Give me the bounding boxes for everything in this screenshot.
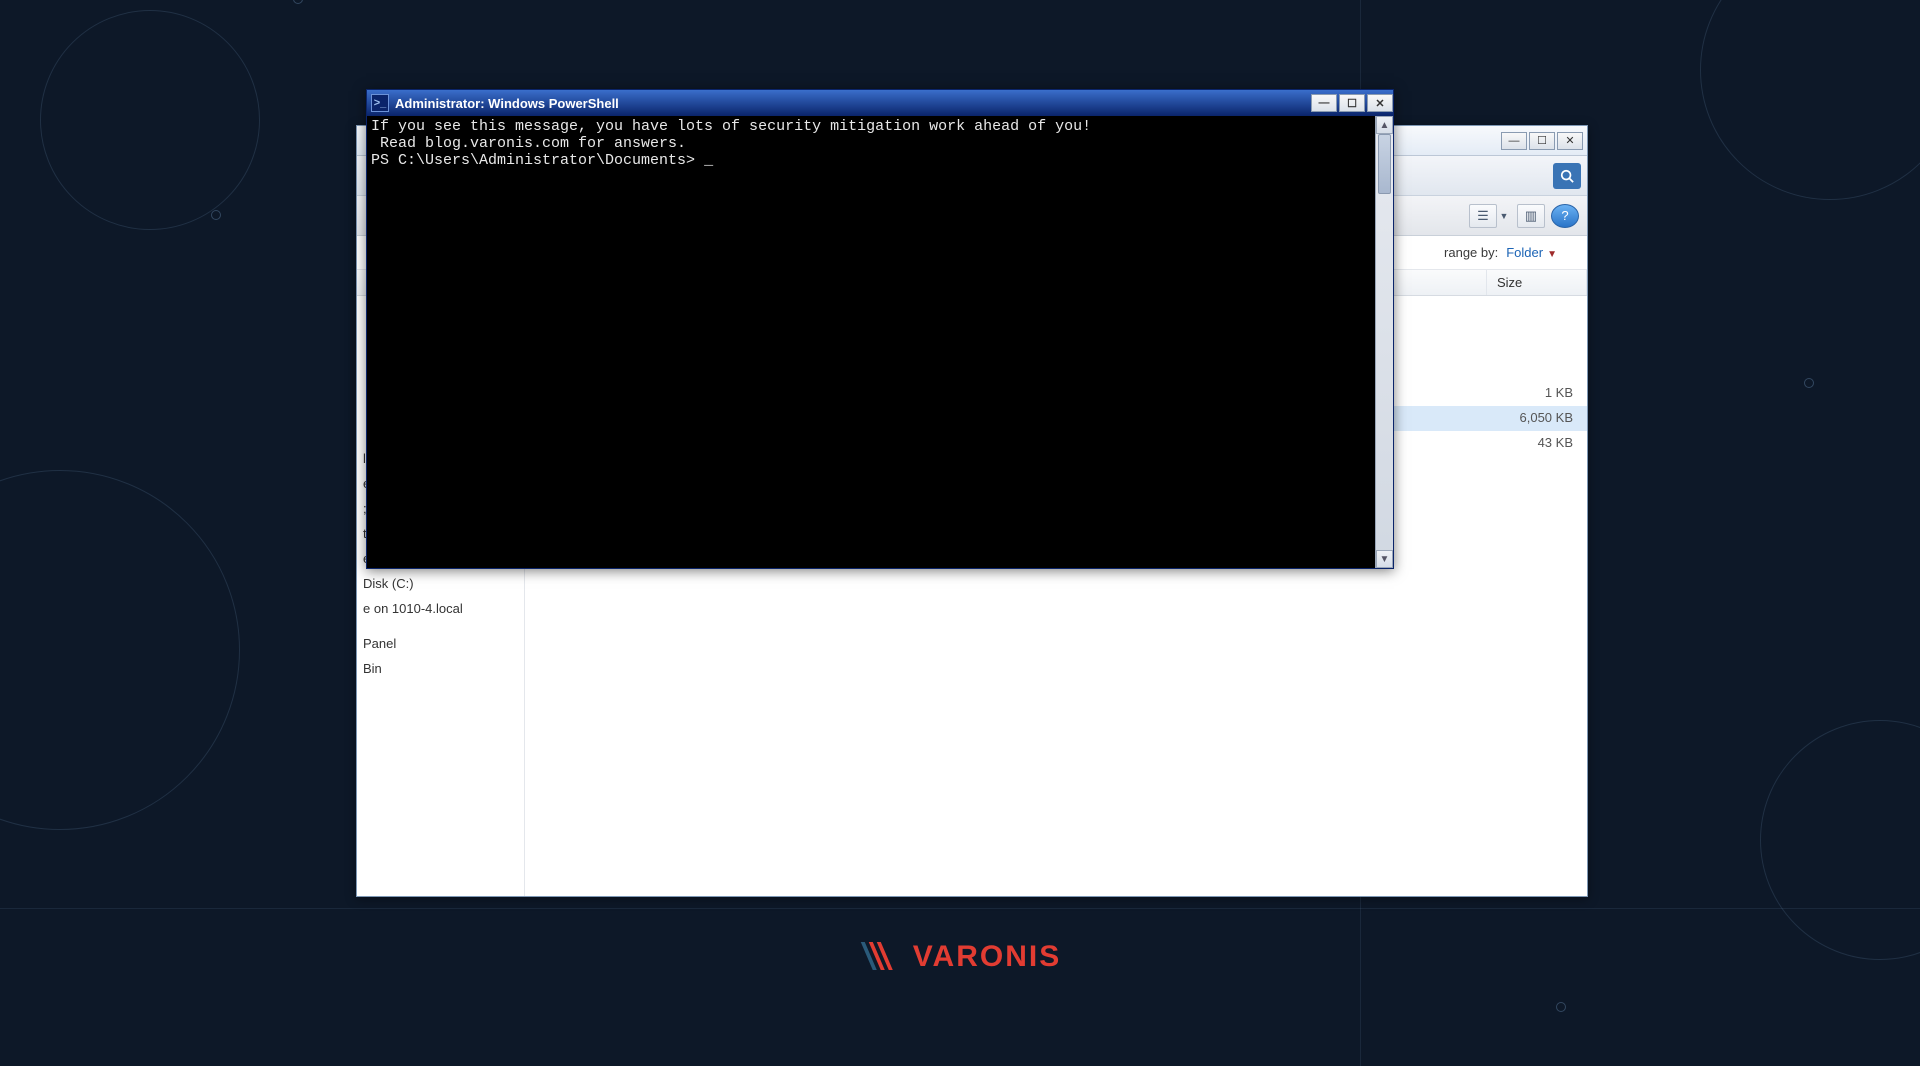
size-value: 1 KB [1520,380,1574,405]
varonis-mark-icon [859,940,903,974]
console-text[interactable]: If you see this message, you have lots o… [367,116,1375,568]
brand-text: VARONIS [913,940,1061,974]
scrollbar[interactable]: ▲ ▼ [1375,116,1393,568]
arrange-label: range by: [1444,245,1498,260]
arrange-value[interactable]: Folder▼ [1506,245,1557,260]
deco-circle [40,10,260,230]
deco-line [0,908,1920,909]
caret-down-icon: ▼ [1547,249,1557,260]
brand-logo: VARONIS [859,940,1061,974]
col-size[interactable]: Size [1487,270,1587,295]
view-button[interactable]: ☰ [1469,204,1497,228]
size-value: 6,050 KB [1520,405,1574,430]
deco-dot [211,210,221,220]
deco-circle [1700,0,1920,200]
nav-item[interactable]: Bin [357,656,524,681]
powershell-titlebar[interactable]: >_ Administrator: Windows PowerShell — ☐… [367,90,1393,116]
deco-circle [1760,720,1920,960]
close-button[interactable]: ✕ [1557,132,1583,150]
maximize-button[interactable]: ☐ [1339,94,1365,112]
size-value: 43 KB [1520,430,1574,455]
nav-item[interactable] [357,621,524,631]
minimize-button[interactable]: — [1501,132,1527,150]
scroll-thumb[interactable] [1378,134,1391,194]
maximize-button[interactable]: ☐ [1529,132,1555,150]
deco-dot [1556,1002,1566,1012]
console-body[interactable]: If you see this message, you have lots o… [367,116,1393,568]
minimize-button[interactable]: — [1311,94,1337,112]
deco-circle [0,470,240,830]
nav-item[interactable]: Panel [357,631,524,656]
nav-item[interactable]: e on 1010-4.local [357,596,524,621]
nav-item[interactable]: Disk (C:) [357,571,524,596]
list-view-icon: ☰ [1477,208,1489,224]
deco-dot [1804,378,1814,388]
preview-pane-button[interactable]: ▥ [1517,204,1545,228]
scroll-down-button[interactable]: ▼ [1376,550,1393,568]
help-icon: ? [1561,208,1568,223]
sizes-peek: 1 KB6,050 KB43 KB [1520,380,1574,455]
powershell-window: >_ Administrator: Windows PowerShell — ☐… [366,89,1394,569]
window-title: Administrator: Windows PowerShell [395,96,619,111]
search-icon [1560,169,1574,183]
search-button[interactable] [1553,163,1581,189]
powershell-icon: >_ [371,94,389,112]
cursor [704,152,713,169]
scroll-up-button[interactable]: ▲ [1376,116,1393,134]
close-button[interactable]: ✕ [1367,94,1393,112]
help-button[interactable]: ? [1551,204,1579,228]
pane-icon: ▥ [1525,208,1537,224]
deco-dot [293,0,303,4]
view-dropdown[interactable]: ▼ [1497,211,1511,221]
